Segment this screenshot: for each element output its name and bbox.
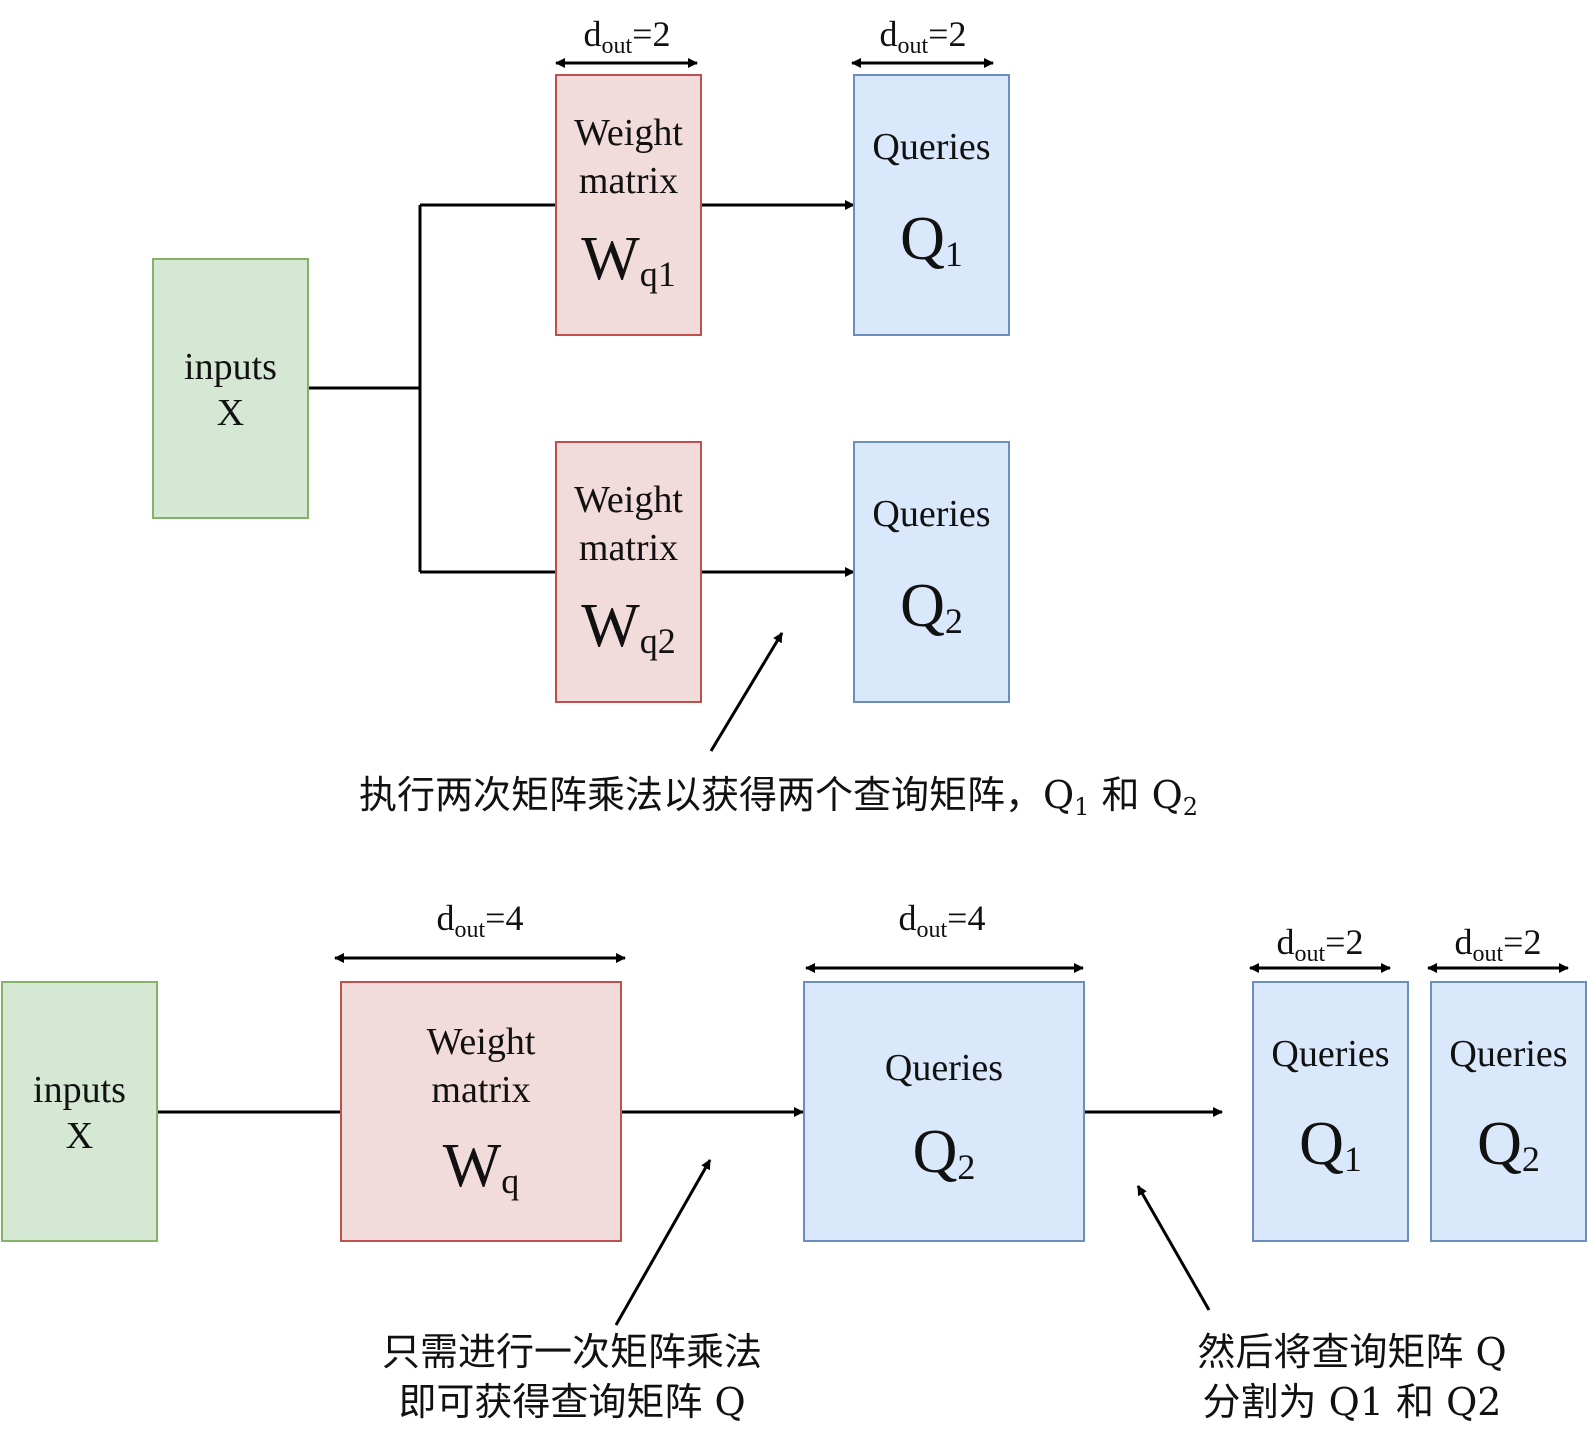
queries-split-q2: Queries Q2 [1430,981,1587,1242]
queries-symbol: Q2 [900,572,963,642]
dim-label-q2-split: dout=2 [1454,922,1542,968]
queries-q2-top: Queries Q2 [853,441,1010,703]
queries-label: Queries [1271,1033,1390,1075]
queries-label: Queries [884,1047,1004,1089]
weight-symbol: Wq [442,1132,520,1202]
caption-left-line2: 即可获得查询矩阵 Q [398,1380,746,1424]
weight-label: Weight [574,112,683,154]
queries-label: Queries [872,493,991,535]
matrix-label: matrix [431,1069,531,1111]
matrix-label: matrix [578,527,679,569]
queries-symbol: Q1 [1299,1110,1362,1180]
caption-right-line1: 然后将查询矩阵 Q [1197,1330,1507,1374]
inputs-box-bottom: inputs X [1,981,158,1242]
pointer-left-caption [614,1159,712,1326]
weight-matrix-q1: Weight matrix Wq1 [555,74,702,336]
inputs-box-top: inputs X [152,258,309,519]
weight-symbol: Wq2 [581,592,676,662]
pointer-top-caption [709,632,784,752]
weight-symbol: Wq1 [581,225,676,295]
inputs-label: inputs [184,346,277,388]
caption-left: 只需进行一次矩阵乘法 即可获得查询矩阵 Q [374,1327,770,1427]
weight-matrix-q: Weight matrix Wq [340,981,622,1242]
dim-label-w: dout=4 [436,898,524,944]
pointer-right-caption [1136,1185,1211,1311]
dim-label-q1: dout=2 [879,14,967,60]
queries-symbol: Q1 [900,205,963,275]
matrix-label: matrix [578,160,679,202]
caption-right-line2: 分割为 Q1 和 Q2 [1202,1380,1502,1424]
queries-symbol: Q2 [1477,1110,1540,1180]
caption-left-line1: 只需进行一次矩阵乘法 [381,1330,762,1374]
weight-label: Weight [574,479,683,521]
dim-label-q1-split: dout=2 [1276,922,1364,968]
queries-symbol: Q2 [912,1118,976,1188]
inputs-label: inputs [33,1069,126,1111]
weight-label: Weight [426,1021,536,1063]
dim-label-qbig: dout=4 [898,898,986,944]
inputs-symbol: X [65,1115,94,1157]
queries-big: Queries Q2 [803,981,1085,1242]
weight-matrix-q2: Weight matrix Wq2 [555,441,702,703]
inputs-symbol: X [216,392,245,434]
queries-label: Queries [872,126,991,168]
top-caption: 执行两次矩阵乘法以获得两个查询矩阵，Q1 和 Q2 [359,773,1199,822]
caption-right: 然后将查询矩阵 Q 分割为 Q1 和 Q2 [1187,1327,1517,1427]
queries-q1-top: Queries Q1 [853,74,1010,336]
dim-label-w1: dout=2 [583,14,671,60]
queries-split-q1: Queries Q1 [1252,981,1409,1242]
queries-label: Queries [1449,1033,1568,1075]
